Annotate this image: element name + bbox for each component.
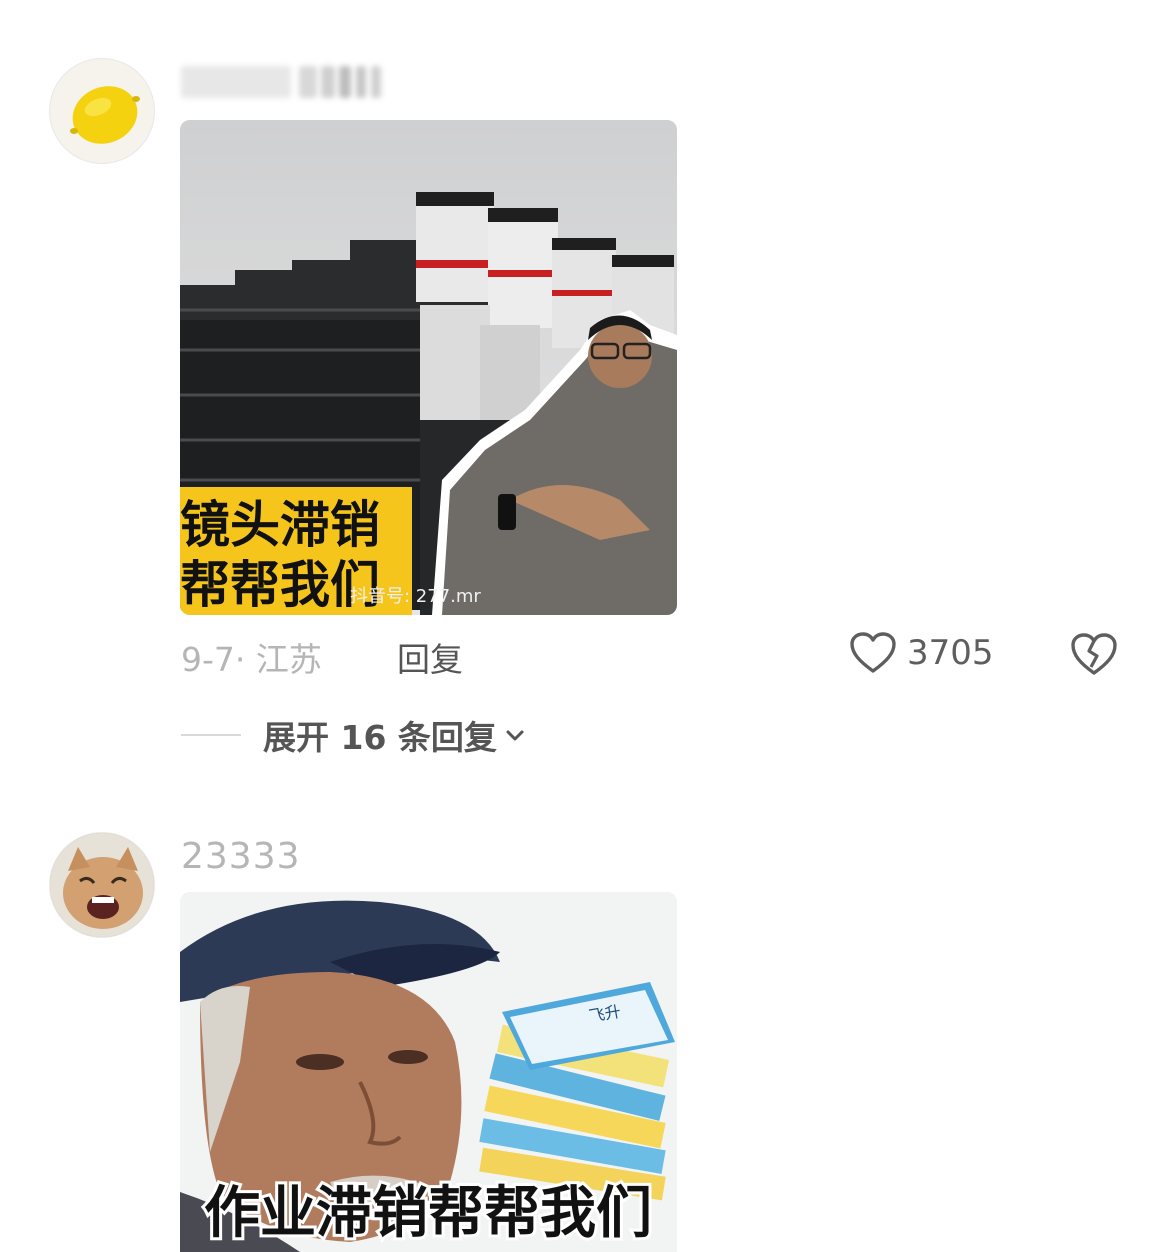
comment-meta-row: 9-7· 江苏 回复 3705: [181, 631, 1121, 679]
comment-image[interactable]: 飞升 作业滞销帮帮我们: [180, 892, 677, 1252]
user-avatar[interactable]: [49, 832, 155, 938]
old-man-photo: 飞升 作业滞销帮帮我们: [180, 892, 677, 1252]
expand-replies-button[interactable]: 展开 16 条回复: [181, 714, 529, 757]
watermark-text: 抖音号: 277.mr: [350, 586, 481, 607]
broken-heart-icon: [1071, 633, 1117, 675]
caption-text: 作业滞销帮帮我们: [204, 1181, 652, 1246]
expand-replies-label: 展开 16 条回复: [263, 718, 497, 757]
lens-photo: 镜头滞销 帮帮我们 抖音号: 277.mr: [180, 120, 677, 615]
divider-line: [181, 734, 241, 736]
overlay-text-line1: 镜头滞销: [180, 496, 380, 554]
lemon-icon: [70, 86, 140, 144]
reply-button[interactable]: 回复: [397, 633, 463, 681]
dislike-button[interactable]: [1069, 631, 1119, 681]
comment-image[interactable]: 镜头滞销 帮帮我们 抖音号: 277.mr: [180, 120, 677, 615]
username[interactable]: 23333: [181, 836, 301, 877]
comment-date-location: 9-7· 江苏: [181, 640, 322, 679]
user-avatar[interactable]: [49, 58, 155, 164]
like-count: 3705: [907, 633, 994, 673]
username-blurred: [181, 62, 386, 100]
heart-icon: [850, 632, 896, 673]
like-button[interactable]: 3705: [849, 631, 994, 675]
chevron-down-icon: [506, 730, 524, 741]
laughing-cat-icon: [50, 833, 154, 937]
